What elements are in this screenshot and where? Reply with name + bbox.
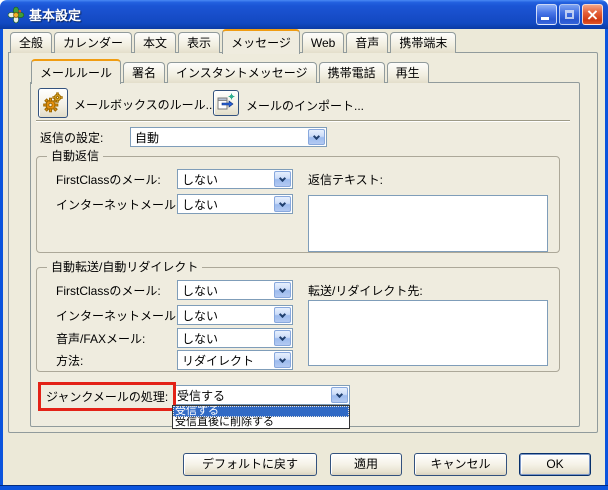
reply-text-area[interactable]: [308, 195, 548, 252]
restore-defaults-button[interactable]: デフォルトに戻す: [183, 453, 317, 476]
tab-web[interactable]: Web: [302, 32, 344, 53]
titlebar[interactable]: 基本設定 ×: [0, 0, 608, 29]
toolbar-separator: [36, 120, 570, 122]
junk-mail-option-receive[interactable]: 受信する: [173, 406, 349, 417]
chevron-down-icon[interactable]: [331, 387, 348, 403]
tab-voice[interactable]: 音声: [346, 32, 388, 53]
chevron-down-icon[interactable]: [274, 196, 291, 212]
tab-message[interactable]: メッセージ: [222, 29, 300, 54]
forward-method-select[interactable]: リダイレクト: [177, 350, 293, 370]
auto-reply-firstclass-select[interactable]: しない: [177, 169, 293, 189]
tab-calendar[interactable]: カレンダー: [54, 32, 132, 53]
reply-setting-select[interactable]: 自動: [130, 127, 327, 147]
forward-voicefax-value: しない: [178, 330, 273, 347]
forward-internet-select[interactable]: しない: [177, 305, 293, 325]
forward-voicefax-label: 音声/FAXメール:: [56, 332, 145, 346]
minimize-icon: [541, 17, 549, 20]
forward-firstclass-select[interactable]: しない: [177, 280, 293, 300]
tab-general[interactable]: 全般: [10, 32, 52, 53]
auto-reply-firstclass-value: しない: [178, 171, 273, 188]
window-controls: ×: [536, 4, 603, 25]
chevron-down-icon[interactable]: [274, 171, 291, 187]
maximize-button[interactable]: [559, 4, 580, 25]
forward-method-value: リダイレクト: [178, 352, 273, 369]
auto-forward-group-title: 自動転送/自動リダイレクト: [47, 260, 202, 274]
tab-signature[interactable]: 署名: [123, 62, 165, 83]
close-icon: ×: [586, 7, 599, 23]
forward-firstclass-label: FirstClassのメール:: [56, 284, 161, 298]
junk-mail-value: 受信する: [173, 387, 330, 404]
import-window-icon: [216, 92, 236, 115]
auto-reply-group-title: 自動返信: [47, 149, 103, 163]
tab-playback[interactable]: 再生: [387, 62, 429, 83]
cancel-button[interactable]: キャンセル: [414, 453, 507, 476]
auto-reply-internet-label: インターネットメール:: [56, 198, 179, 212]
tab-mobile[interactable]: 携帯端末: [390, 32, 456, 53]
chevron-down-icon[interactable]: [308, 129, 325, 145]
tab-body[interactable]: 本文: [134, 32, 176, 53]
forward-method-label: 方法:: [56, 354, 83, 368]
junk-mail-label: ジャンクメールの処理:: [46, 390, 168, 404]
close-button[interactable]: ×: [582, 4, 603, 25]
chevron-down-icon[interactable]: [274, 307, 291, 323]
forward-firstclass-value: しない: [178, 282, 273, 299]
forward-internet-label: インターネットメール:: [56, 309, 179, 323]
auto-reply-internet-select[interactable]: しない: [177, 194, 293, 214]
reply-setting-label: 返信の設定:: [40, 131, 103, 145]
mail-import-button[interactable]: [213, 90, 239, 116]
message-subtabbar: メールルール 署名 インスタントメッセージ 携帯電話 再生: [31, 60, 431, 83]
forward-internet-value: しない: [178, 307, 273, 324]
tab-instant-message[interactable]: インスタントメッセージ: [167, 62, 317, 83]
junk-mail-option-delete-on-receipt[interactable]: 受信直後に削除する: [173, 417, 349, 428]
firstclass-flower-icon: [7, 6, 25, 24]
minimize-button[interactable]: [536, 4, 557, 25]
mailbox-rules-button[interactable]: [38, 88, 68, 118]
maximize-icon: [565, 10, 574, 19]
junk-mail-highlight: ジャンクメールの処理:: [38, 382, 176, 411]
junk-mail-select[interactable]: 受信する: [172, 385, 350, 405]
apply-button[interactable]: 適用: [330, 453, 402, 476]
mailbox-rules-label[interactable]: メールボックスのルール...: [74, 96, 216, 113]
tab-mail-rules[interactable]: メールルール: [31, 59, 121, 84]
chevron-down-icon[interactable]: [274, 330, 291, 346]
tab-display[interactable]: 表示: [178, 32, 220, 53]
window-title: 基本設定: [29, 5, 536, 24]
reply-text-label: 返信テキスト:: [308, 173, 383, 187]
main-tabbar: 全般 カレンダー 本文 表示 メッセージ Web 音声 携帯端末: [10, 30, 458, 53]
ok-button[interactable]: OK: [519, 453, 591, 476]
auto-reply-internet-value: しない: [178, 196, 273, 213]
chevron-down-icon[interactable]: [274, 282, 291, 298]
forward-destination-label: 転送/リダイレクト先:: [308, 284, 423, 298]
tab-mobile-phone[interactable]: 携帯電話: [319, 62, 385, 83]
junk-mail-dropdown-list: 受信する 受信直後に削除する: [172, 405, 350, 429]
gears-icon: [41, 90, 65, 117]
preferences-window: 基本設定 × 全般 カレンダー 本文 表示 メッセージ Web 音声 携帯端末 …: [0, 0, 608, 490]
forward-voicefax-select[interactable]: しない: [177, 328, 293, 348]
window-border-bottom: [0, 485, 608, 490]
mail-import-label[interactable]: メールのインポート...: [246, 97, 364, 114]
forward-destination-area[interactable]: [308, 300, 548, 366]
auto-reply-firstclass-label: FirstClassのメール:: [56, 173, 161, 187]
chevron-down-icon[interactable]: [274, 352, 291, 368]
reply-setting-value: 自動: [131, 129, 307, 146]
